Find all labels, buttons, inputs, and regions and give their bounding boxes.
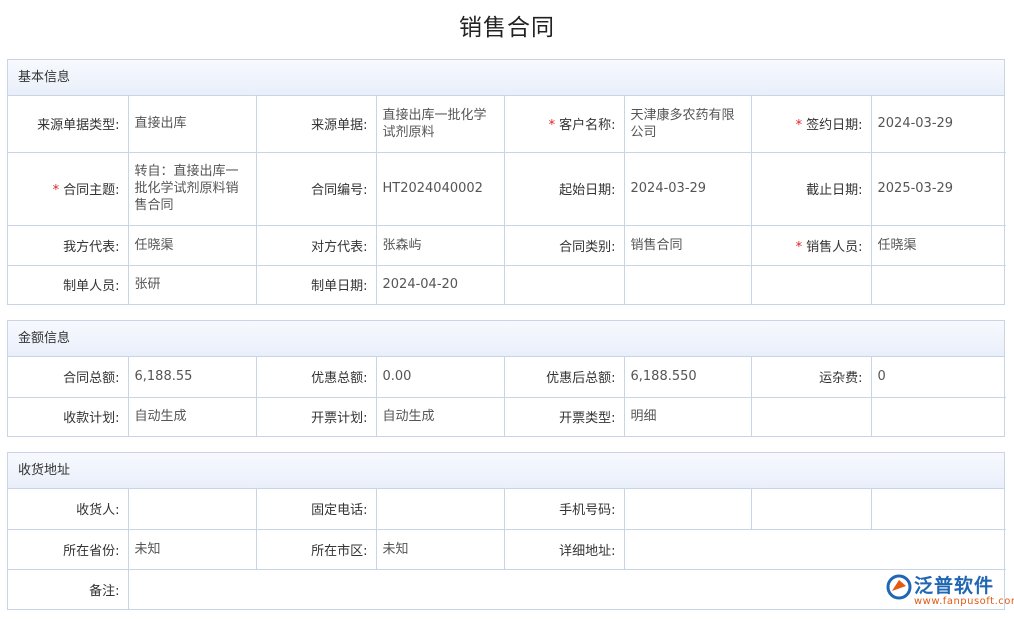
receiver-label: 收货人: bbox=[8, 489, 128, 529]
mobile-value[interactable] bbox=[624, 489, 751, 529]
source-doc-label: 来源单据: bbox=[256, 96, 376, 152]
discount-value[interactable]: 0.00 bbox=[376, 357, 504, 397]
contract-no-label: 合同编号: bbox=[256, 152, 376, 225]
logo-url: www.fanpusoft.com bbox=[914, 596, 1014, 607]
empty-cell bbox=[751, 397, 871, 436]
start-date-label: 起始日期: bbox=[504, 152, 624, 225]
city-label: 所在市区: bbox=[256, 529, 376, 569]
phone-value[interactable] bbox=[376, 489, 504, 529]
invoice-type-label: 开票类型: bbox=[504, 397, 624, 436]
address-header: 收货地址 bbox=[8, 453, 1004, 489]
our-rep-value[interactable]: 任晓渠 bbox=[128, 225, 256, 265]
required-mark: * bbox=[796, 118, 803, 133]
after-discount-label: 优惠后总额: bbox=[504, 357, 624, 397]
invoice-plan-value[interactable]: 自动生成 bbox=[376, 397, 504, 436]
province-label: 所在省份: bbox=[8, 529, 128, 569]
start-date-value[interactable]: 2024-03-29 bbox=[624, 152, 751, 225]
source-type-label: 来源单据类型: bbox=[8, 96, 128, 152]
end-date-value[interactable]: 2025-03-29 bbox=[871, 152, 1006, 225]
source-doc-value[interactable]: 直接出库一批化学试剂原料 bbox=[376, 96, 504, 152]
required-mark: * bbox=[796, 240, 803, 255]
their-rep-value[interactable]: 张森屿 bbox=[376, 225, 504, 265]
city-value[interactable]: 未知 bbox=[376, 529, 504, 569]
empty-cell bbox=[624, 265, 751, 304]
detail-address-label: 详细地址: bbox=[504, 529, 624, 569]
contract-no-value[interactable]: HT2024040002 bbox=[376, 152, 504, 225]
after-discount-value[interactable]: 6,188.550 bbox=[624, 357, 751, 397]
their-rep-label: 对方代表: bbox=[256, 225, 376, 265]
mobile-label: 手机号码: bbox=[504, 489, 624, 529]
amount-info-table: 合同总额: 6,188.55 优惠总额: 0.00 优惠后总额: 6,188.5… bbox=[8, 357, 1006, 436]
salesperson-value[interactable]: 任晓渠 bbox=[871, 225, 1006, 265]
page-title: 销售合同 bbox=[0, 8, 1014, 42]
customer-label-cell: *客户名称: bbox=[504, 96, 624, 152]
salesperson-label-cell: *销售人员: bbox=[751, 225, 871, 265]
basic-info-section: 基本信息 来源单据类型: 直接出库 来源单据: 直接出库一批化学试剂原料 *客户… bbox=[7, 59, 1005, 305]
freight-label: 运杂费: bbox=[751, 357, 871, 397]
category-label: 合同类别: bbox=[504, 225, 624, 265]
amount-info-section: 金额信息 合同总额: 6,188.55 优惠总额: 0.00 优惠后总额: 6,… bbox=[7, 320, 1005, 437]
empty-cell bbox=[871, 397, 1006, 436]
receiver-value[interactable] bbox=[128, 489, 256, 529]
logo-mark-icon bbox=[886, 574, 912, 600]
subject-label: 合同主题: bbox=[63, 183, 119, 198]
required-mark: * bbox=[549, 118, 556, 133]
phone-label: 固定电话: bbox=[256, 489, 376, 529]
freight-value[interactable]: 0 bbox=[871, 357, 1006, 397]
payment-plan-label: 收款计划: bbox=[8, 397, 128, 436]
logo-name: 泛普软件 bbox=[914, 571, 994, 598]
total-label: 合同总额: bbox=[8, 357, 128, 397]
empty-cell bbox=[751, 265, 871, 304]
subject-value[interactable]: 转自：直接出库一批化学试剂原料销售合同 bbox=[128, 152, 256, 225]
sign-date-value[interactable]: 2024-03-29 bbox=[871, 96, 1006, 152]
create-date-value[interactable]: 2024-04-20 bbox=[376, 265, 504, 304]
province-value[interactable]: 未知 bbox=[128, 529, 256, 569]
address-section: 收货地址 收货人: 固定电话: 手机号码: 所在省份: 未知 所在市区: 未知 … bbox=[7, 452, 1005, 610]
sign-date-label: 签约日期: bbox=[806, 118, 862, 133]
customer-value[interactable]: 天津康多农药有限公司 bbox=[624, 96, 751, 152]
create-date-label: 制单日期: bbox=[256, 265, 376, 304]
discount-label: 优惠总额: bbox=[256, 357, 376, 397]
creator-value[interactable]: 张研 bbox=[128, 265, 256, 304]
salesperson-label: 销售人员: bbox=[806, 240, 862, 255]
end-date-label: 截止日期: bbox=[751, 152, 871, 225]
basic-info-header: 基本信息 bbox=[8, 60, 1004, 96]
basic-info-table: 来源单据类型: 直接出库 来源单据: 直接出库一批化学试剂原料 *客户名称: 天… bbox=[8, 96, 1006, 304]
customer-label: 客户名称: bbox=[559, 118, 615, 133]
sign-date-label-cell: *签约日期: bbox=[751, 96, 871, 152]
source-type-value[interactable]: 直接出库 bbox=[128, 96, 256, 152]
invoice-plan-label: 开票计划: bbox=[256, 397, 376, 436]
empty-cell bbox=[871, 265, 1006, 304]
total-value[interactable]: 6,188.55 bbox=[128, 357, 256, 397]
required-mark: * bbox=[53, 183, 60, 198]
address-table: 收货人: 固定电话: 手机号码: 所在省份: 未知 所在市区: 未知 详细地址:… bbox=[8, 489, 1006, 609]
subject-label-cell: *合同主题: bbox=[8, 152, 128, 225]
remark-label: 备注: bbox=[8, 569, 128, 609]
brand-logo: 泛普软件 www.fanpusoft.com bbox=[884, 571, 1008, 611]
invoice-type-value[interactable]: 明细 bbox=[624, 397, 751, 436]
empty-cell bbox=[751, 489, 871, 529]
amount-info-header: 金额信息 bbox=[8, 321, 1004, 357]
our-rep-label: 我方代表: bbox=[8, 225, 128, 265]
category-value[interactable]: 销售合同 bbox=[624, 225, 751, 265]
payment-plan-value[interactable]: 自动生成 bbox=[128, 397, 256, 436]
empty-cell bbox=[871, 489, 1006, 529]
remark-value[interactable] bbox=[128, 569, 1006, 609]
creator-label: 制单人员: bbox=[8, 265, 128, 304]
empty-cell bbox=[504, 265, 624, 304]
detail-address-value[interactable] bbox=[624, 529, 1006, 569]
